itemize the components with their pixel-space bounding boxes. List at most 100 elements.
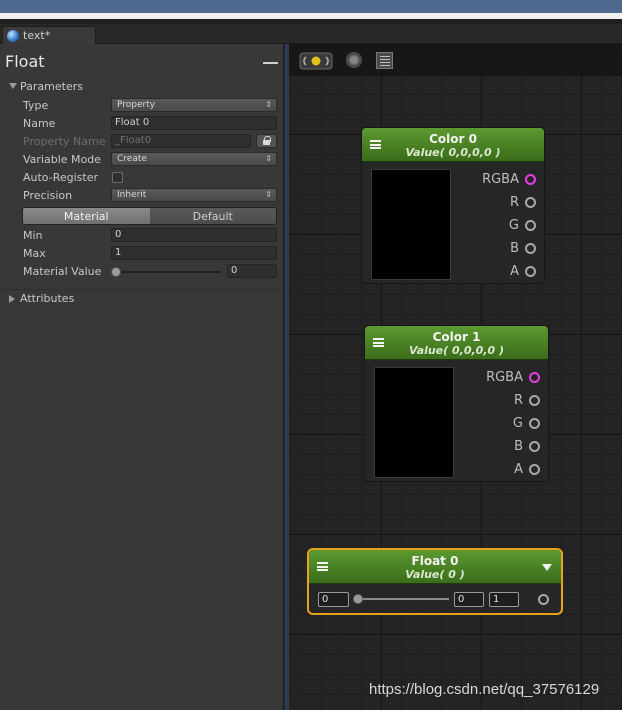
title-bar (0, 0, 622, 13)
live-mode-icon[interactable] (299, 52, 333, 70)
color-preview (374, 367, 454, 478)
variable-mode-dropdown[interactable]: Create ⇕ (111, 152, 277, 166)
shader-globe-icon (7, 29, 19, 42)
min-label: Min (23, 229, 43, 242)
precision-value: Inherit (117, 190, 147, 200)
type-label: Type (23, 99, 49, 112)
auto-register-checkbox[interactable] (112, 172, 123, 183)
parameters-label: Parameters (20, 79, 83, 93)
node-subtitle: Value( 0 ) (405, 568, 465, 581)
material-value-label: Material Value (23, 265, 102, 278)
color-0-node[interactable]: Color 0 Value( 0,0,0,0 ) RGBA R G B A (361, 127, 545, 284)
lock-icon (263, 136, 271, 145)
min-field[interactable]: 0 (111, 228, 277, 242)
port-b[interactable]: B (514, 437, 540, 455)
updown-icon: ⇕ (265, 190, 272, 199)
lock-button[interactable] (256, 134, 277, 148)
node-header[interactable]: Color 0 Value( 0,0,0,0 ) (362, 128, 544, 162)
default-tab[interactable]: Default (149, 208, 276, 224)
port-g[interactable]: G (509, 216, 536, 234)
preview-sphere-icon[interactable] (346, 52, 362, 68)
show-code-icon[interactable] (376, 52, 393, 69)
rgba-port-icon[interactable] (529, 371, 540, 383)
output-port-icon[interactable] (538, 594, 549, 605)
port-r[interactable]: R (510, 193, 536, 211)
max-label: Max (23, 247, 46, 260)
panel-title: Float (5, 52, 45, 71)
port-circle-icon[interactable] (529, 463, 540, 475)
tab-label: text* (23, 29, 51, 42)
property-name-field: _Float0 (111, 134, 251, 148)
type-dropdown[interactable]: Property ⇕ (111, 98, 277, 112)
foldout-collapsed-icon (9, 294, 15, 303)
node-title: Color 1 (432, 330, 481, 344)
port-g[interactable]: G (513, 414, 540, 432)
color-preview (371, 169, 451, 280)
canvas-toolbar (289, 44, 622, 76)
minimize-icon[interactable] (263, 62, 278, 64)
row-variable-mode: Variable Mode Create ⇕ (0, 151, 284, 169)
port-circle-icon[interactable] (529, 440, 540, 452)
foldout-expanded-icon (9, 83, 17, 89)
row-property-name: Property Name _Float0 (0, 133, 284, 151)
node-canvas[interactable]: Color 0 Value( 0,0,0,0 ) RGBA R G B A Co… (285, 44, 622, 710)
float-min-field[interactable]: 0 (454, 592, 484, 607)
material-value-slider[interactable] (115, 271, 221, 273)
precision-dropdown[interactable]: Inherit ⇕ (111, 188, 277, 202)
float-value-field[interactable]: 0 (318, 592, 349, 607)
parameters-foldout[interactable]: Parameters (0, 77, 284, 95)
node-menu-icon[interactable] (317, 562, 328, 571)
rgba-port-icon[interactable] (525, 173, 536, 185)
node-header[interactable]: Float 0 Value( 0 ) (309, 550, 561, 584)
variable-mode-label: Variable Mode (23, 153, 102, 166)
float-slider-knob[interactable] (353, 594, 363, 604)
port-r[interactable]: R (514, 391, 540, 409)
port-rgba[interactable]: RGBA (486, 368, 540, 386)
port-b[interactable]: B (510, 239, 536, 257)
float-slider-track[interactable] (355, 598, 449, 600)
port-rgba[interactable]: RGBA (482, 170, 536, 188)
material-value-field[interactable]: 0 (227, 264, 277, 278)
node-menu-icon[interactable] (373, 338, 384, 347)
port-circle-icon[interactable] (525, 242, 536, 254)
port-circle-icon[interactable] (529, 394, 540, 406)
max-field[interactable]: 1 (111, 246, 277, 260)
node-title: Float 0 (411, 554, 459, 568)
port-circle-icon[interactable] (525, 196, 536, 208)
tab-text[interactable]: text* (2, 26, 96, 44)
float-max-field[interactable]: 1 (489, 592, 519, 607)
node-subtitle: Value( 0,0,0,0 ) (408, 344, 504, 357)
node-header[interactable]: Color 1 Value( 0,0,0,0 ) (365, 326, 548, 360)
color-1-node[interactable]: Color 1 Value( 0,0,0,0 ) RGBA R G B A (364, 325, 549, 482)
type-value: Property (117, 100, 156, 110)
attributes-foldout[interactable]: Attributes (0, 289, 284, 307)
attributes-label: Attributes (20, 292, 75, 305)
float-0-node[interactable]: Float 0 Value( 0 ) 0 0 1 (307, 548, 563, 615)
property-panel: Float Parameters Type Property ⇕ Name Fl… (0, 44, 284, 710)
variable-mode-value: Create (117, 154, 147, 164)
precision-label: Precision (23, 189, 73, 202)
dropdown-arrow-icon[interactable] (542, 564, 552, 571)
port-circle-icon[interactable] (525, 265, 536, 277)
watermark: https://blog.csdn.net/qq_37576129 (369, 681, 600, 698)
updown-icon: ⇕ (265, 100, 272, 109)
port-circle-icon[interactable] (525, 219, 536, 231)
row-min: Min 0 (0, 227, 284, 245)
port-circle-icon[interactable] (529, 417, 540, 429)
node-title: Color 0 (429, 132, 477, 146)
slider-knob[interactable] (111, 267, 121, 277)
material-default-toggle: Material Default (22, 207, 277, 225)
tab-bar: text* (0, 24, 622, 44)
row-name: Name Float 0 (0, 115, 284, 133)
row-auto-register: Auto-Register (0, 169, 284, 187)
node-menu-icon[interactable] (370, 140, 381, 149)
property-name-label: Property Name (23, 135, 106, 148)
name-field[interactable]: Float 0 (111, 116, 277, 130)
row-type: Type Property ⇕ (0, 97, 284, 115)
row-material-value: Material Value 0 (0, 263, 284, 281)
port-a[interactable]: A (514, 460, 540, 478)
row-max: Max 1 (0, 245, 284, 263)
row-precision: Precision Inherit ⇕ (0, 187, 284, 205)
material-tab[interactable]: Material (23, 208, 150, 224)
port-a[interactable]: A (510, 262, 536, 280)
